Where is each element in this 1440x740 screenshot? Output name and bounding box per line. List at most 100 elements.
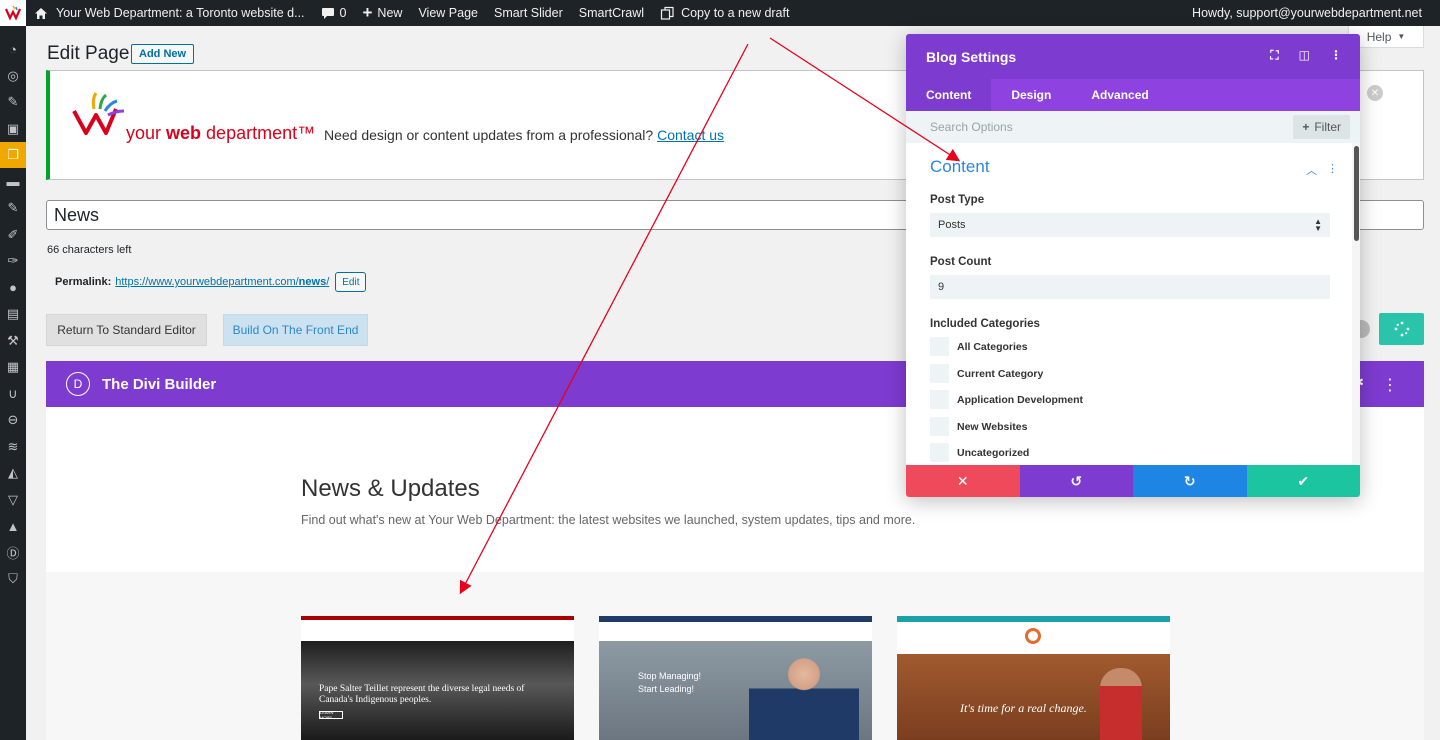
plugins-icon[interactable]: ✑: [0, 248, 26, 274]
projects-pin-icon[interactable]: ✎: [0, 195, 26, 221]
help-label: Help: [1366, 29, 1392, 44]
chevron-up-icon[interactable]: ︿: [1306, 162, 1317, 178]
thumbnail-caption: It's time for a real change.: [960, 701, 1087, 715]
redo-icon: ↻: [1183, 472, 1196, 489]
select-arrows-icon: ▲ ▼: [1314, 217, 1322, 233]
tools-icon[interactable]: ▤: [0, 301, 26, 327]
return-standard-editor-button[interactable]: Return To Standard Editor: [46, 314, 207, 346]
checkbox[interactable]: [930, 443, 949, 462]
modal-body: Content ︿ ⋮ Post Type Posts ▲ ▼ Post Coun…: [906, 143, 1352, 465]
media-icon[interactable]: ▣: [0, 116, 26, 142]
checkbox[interactable]: [930, 337, 949, 356]
post-count-label: Post Count: [930, 256, 992, 268]
filter-button[interactable]: + Filter: [1293, 115, 1350, 139]
category-checkbox[interactable]: Uncategorized: [930, 443, 1029, 462]
search-placeholder: Search Options: [930, 120, 1013, 134]
users-icon[interactable]: ●: [0, 275, 26, 301]
comments-menu-icon[interactable]: ▬: [0, 169, 26, 195]
shield-icon[interactable]: ⛉: [0, 566, 26, 592]
smart-slider-link[interactable]: Smart Slider: [486, 0, 571, 26]
category-checkbox[interactable]: New Websites: [930, 417, 1027, 436]
admin-bar: Your Web Department: a Toronto website d…: [0, 0, 1440, 26]
post-type-select[interactable]: Posts ▲ ▼: [930, 213, 1330, 237]
thumbnail-caption: Pape Salter Teillet represent the divers…: [319, 684, 525, 705]
more-vertical-icon[interactable]: ⋮: [1382, 375, 1398, 395]
graduation-cap-icon[interactable]: ▲: [0, 513, 26, 539]
save-button[interactable]: ✔: [1246, 465, 1360, 497]
permalink-row: Permalink: https://www.yourwebdepartment…: [55, 272, 367, 292]
split-view-icon[interactable]: ◫: [1299, 48, 1310, 63]
tab-design[interactable]: Design: [991, 79, 1071, 111]
build-front-end-button[interactable]: Build On The Front End: [223, 314, 368, 346]
admin-side-menu: ◔ ◎ ✎ ▣ ❐ ▬ ✎ ✐ ✑ ● ▤ ⚒ ▦ ∪ ⊖ ≋ ◭ ▽ ▲ Ⓓ …: [0, 26, 26, 740]
modal-tabs: Content Design Advanced: [906, 79, 1360, 111]
vector-icon[interactable]: ▽: [0, 487, 26, 513]
post-count-input[interactable]: 9: [930, 275, 1330, 299]
chars-left-text: 66 characters left: [47, 244, 132, 256]
ywd-brand-text: your web department™: [126, 123, 316, 143]
home-icon[interactable]: [26, 0, 56, 26]
comments-link[interactable]: 0: [313, 0, 355, 26]
site-logo-icon[interactable]: [0, 0, 26, 26]
checkbox[interactable]: [930, 364, 949, 383]
modal-title: Blog Settings: [926, 48, 1017, 65]
modal-footer: ✕ ↺ ↻ ✔: [906, 465, 1360, 497]
search-options-input[interactable]: Search Options + Filter: [906, 111, 1360, 143]
posts-pin-icon[interactable]: ✎: [0, 89, 26, 115]
more-vertical-icon[interactable]: ⋮: [1330, 48, 1342, 63]
d-circle-icon[interactable]: Ⓓ: [0, 540, 26, 566]
new-content-link[interactable]: + New: [354, 0, 410, 26]
builder-options-button[interactable]: [1379, 313, 1424, 345]
blog-settings-modal: Blog Settings ⛶ ◫ ⋮ Content Design Advan…: [906, 34, 1360, 497]
checkbox[interactable]: [930, 417, 949, 436]
account-menu[interactable]: Howdy, support@yourwebdepartment.net: [1184, 0, 1430, 26]
slider-menu-icon[interactable]: ≋: [0, 434, 26, 460]
modal-scrollbar[interactable]: [1352, 143, 1360, 465]
category-checkbox[interactable]: Application Development: [930, 390, 1083, 409]
mountain-icon[interactable]: ◭: [0, 460, 26, 486]
smartcrawl-link[interactable]: SmartCrawl: [571, 0, 652, 26]
copy-draft-link[interactable]: Copy to a new draft: [652, 0, 797, 26]
smartcrawl-menu-icon[interactable]: ◎: [0, 63, 26, 89]
edit-permalink-button[interactable]: Edit: [335, 272, 367, 292]
checkbox[interactable]: [930, 390, 949, 409]
category-checkbox[interactable]: Current Category: [930, 364, 1043, 383]
tab-content[interactable]: Content: [906, 79, 992, 111]
post-type-label: Post Type: [930, 194, 985, 206]
plus-icon: +: [1302, 120, 1310, 134]
settings-wrench-icon[interactable]: ⚒: [0, 328, 26, 354]
permalink-link[interactable]: https://www.yourwebdepartment.com/news/: [115, 276, 329, 288]
filter-label: Filter: [1314, 120, 1341, 134]
permalink-label: Permalink:: [55, 276, 112, 288]
divi-menu-icon[interactable]: ▦: [0, 354, 26, 380]
pages-icon[interactable]: ❐: [0, 142, 26, 168]
blog-post-thumbnail[interactable]: Stop Managing! Start Leading!: [599, 616, 872, 740]
person-image: [1100, 668, 1142, 740]
view-page-link[interactable]: View Page: [410, 0, 486, 26]
redo-button[interactable]: ↻: [1133, 465, 1247, 497]
contact-us-link[interactable]: Contact us: [657, 127, 724, 143]
magnet-icon[interactable]: ∪: [0, 381, 26, 407]
copy-draft-label: Copy to a new draft: [681, 6, 790, 20]
appearance-icon[interactable]: ✐: [0, 222, 26, 248]
dismiss-icon[interactable]: ✕: [1367, 85, 1383, 101]
site-name-link[interactable]: Your Web Department: a Toronto website d…: [56, 0, 313, 26]
caret-down-icon: ▼: [1397, 32, 1406, 41]
blog-post-thumbnail[interactable]: Pape Salter Teillet represent the divers…: [301, 616, 574, 740]
fullscreen-icon[interactable]: ⛶: [1270, 48, 1278, 63]
category-checkbox[interactable]: All Categories: [930, 337, 1028, 356]
copy-icon: [660, 6, 674, 20]
checkmark-icon: ✔: [1297, 472, 1310, 489]
add-new-button[interactable]: Add New: [131, 44, 195, 64]
news-subheading: Find out what's new at Your Web Departme…: [301, 513, 916, 527]
discard-button[interactable]: ✕: [906, 465, 1020, 497]
tab-advanced[interactable]: Advanced: [1071, 79, 1168, 111]
news-heading: News & Updates: [301, 475, 480, 502]
layers-icon[interactable]: ⊖: [0, 407, 26, 433]
section-more-icon[interactable]: ⋮: [1327, 162, 1338, 178]
undo-button[interactable]: ↺: [1019, 465, 1133, 497]
close-x-icon: ✕: [956, 472, 969, 489]
content-section-title[interactable]: Content: [930, 157, 990, 177]
dashboard-icon[interactable]: ◔: [0, 36, 26, 62]
blog-post-thumbnail[interactable]: It's time for a real change.: [897, 616, 1170, 740]
